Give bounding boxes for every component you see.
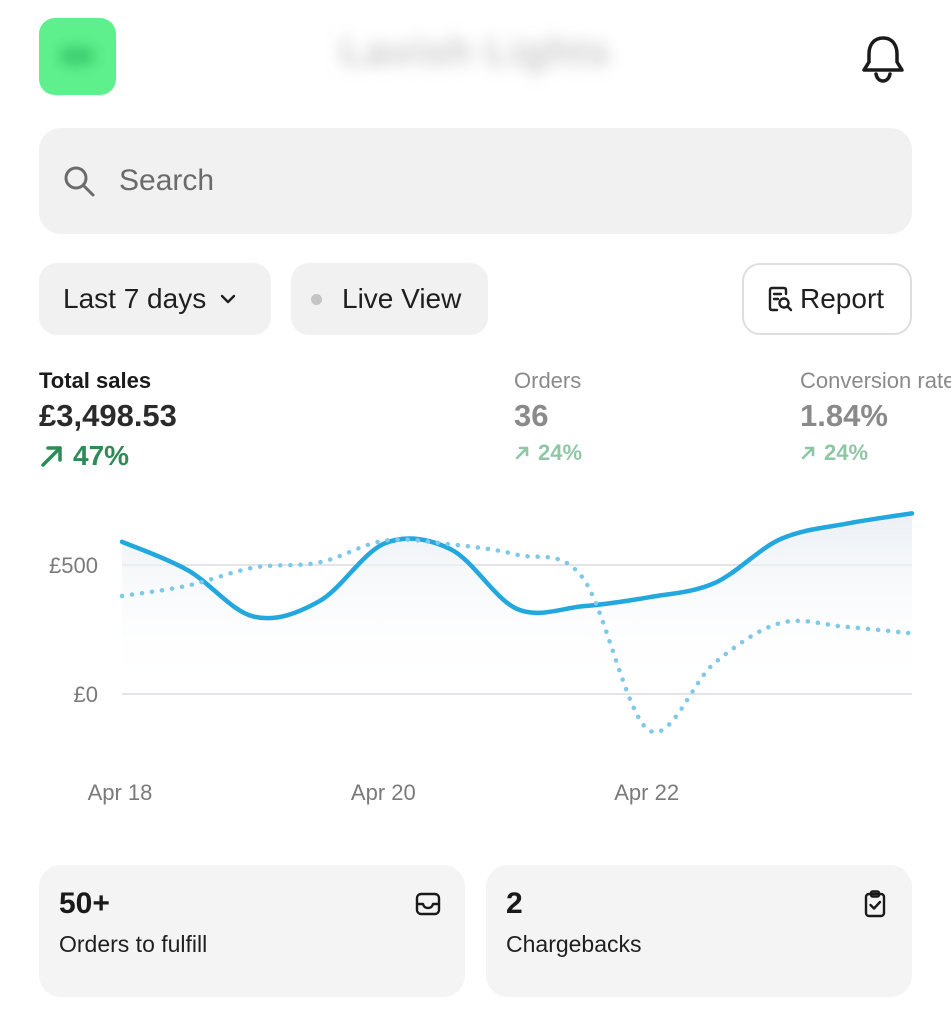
x-tick-label: Apr 20 xyxy=(351,780,416,805)
metric-label: Conversion rate xyxy=(800,368,951,393)
card-value: 50+ xyxy=(59,887,110,920)
x-tick-label: Apr 22 xyxy=(614,780,679,805)
metric-label: Total sales xyxy=(39,368,152,393)
x-tick-label: Apr 18 xyxy=(88,780,153,805)
trend-up-icon xyxy=(515,446,529,460)
metric-change: 24% xyxy=(800,440,951,466)
metric-change: 47% xyxy=(39,440,177,472)
report-label: Report xyxy=(800,283,885,314)
chevron-down-icon xyxy=(221,294,236,304)
card-label: Chargebacks xyxy=(506,931,642,957)
trend-up-icon xyxy=(41,446,62,467)
metric-change-value: 24% xyxy=(538,440,583,465)
search-input[interactable] xyxy=(117,163,821,199)
bell-icon xyxy=(862,36,904,83)
report-button[interactable]: Report xyxy=(742,263,912,335)
metric-value: 36 xyxy=(514,398,549,433)
store-name: Lavish Lights xyxy=(340,30,611,74)
chargebacks-card[interactable]: 2 Chargebacks xyxy=(486,865,912,997)
search-icon xyxy=(64,166,95,197)
metric-orders[interactable]: Orders 36 24% xyxy=(514,368,582,466)
card-value: 2 xyxy=(506,887,523,920)
notifications-button[interactable] xyxy=(852,28,914,90)
metric-change-value: 47% xyxy=(73,440,130,471)
live-view-button[interactable]: Live View xyxy=(291,263,488,335)
trend-up-icon xyxy=(801,446,815,460)
date-range-label: Last 7 days xyxy=(63,283,207,314)
live-view-label: Live View xyxy=(342,283,462,314)
metric-label: Orders xyxy=(514,368,582,393)
y-tick-label: £500 xyxy=(49,553,98,578)
sales-line-chart: Apr 18 Apr 20 Apr 22 £0 £500 xyxy=(49,511,915,805)
live-status-dot xyxy=(311,293,322,305)
inbox-icon xyxy=(415,892,441,916)
clipboard-check-icon xyxy=(864,890,886,918)
metric-total-sales[interactable]: Total sales £3,498.53 47% xyxy=(39,368,177,472)
card-label: Orders to fulfill xyxy=(59,931,208,957)
metric-change: 24% xyxy=(514,440,582,466)
metric-value: £3,498.53 xyxy=(39,398,177,433)
metric-value: 1.84% xyxy=(800,398,888,433)
y-tick-label: £0 xyxy=(74,682,98,707)
date-range-dropdown[interactable]: Last 7 days xyxy=(39,263,271,335)
orders-to-fulfill-card[interactable]: 50+ Orders to fulfill xyxy=(39,865,465,997)
search-bar[interactable] xyxy=(39,128,912,234)
report-search-icon xyxy=(768,286,793,312)
metric-change-value: 24% xyxy=(824,440,869,465)
metric-conversion-rate[interactable]: Conversion rate 1.84% 24% xyxy=(800,368,951,466)
series-area-fill xyxy=(122,513,912,694)
